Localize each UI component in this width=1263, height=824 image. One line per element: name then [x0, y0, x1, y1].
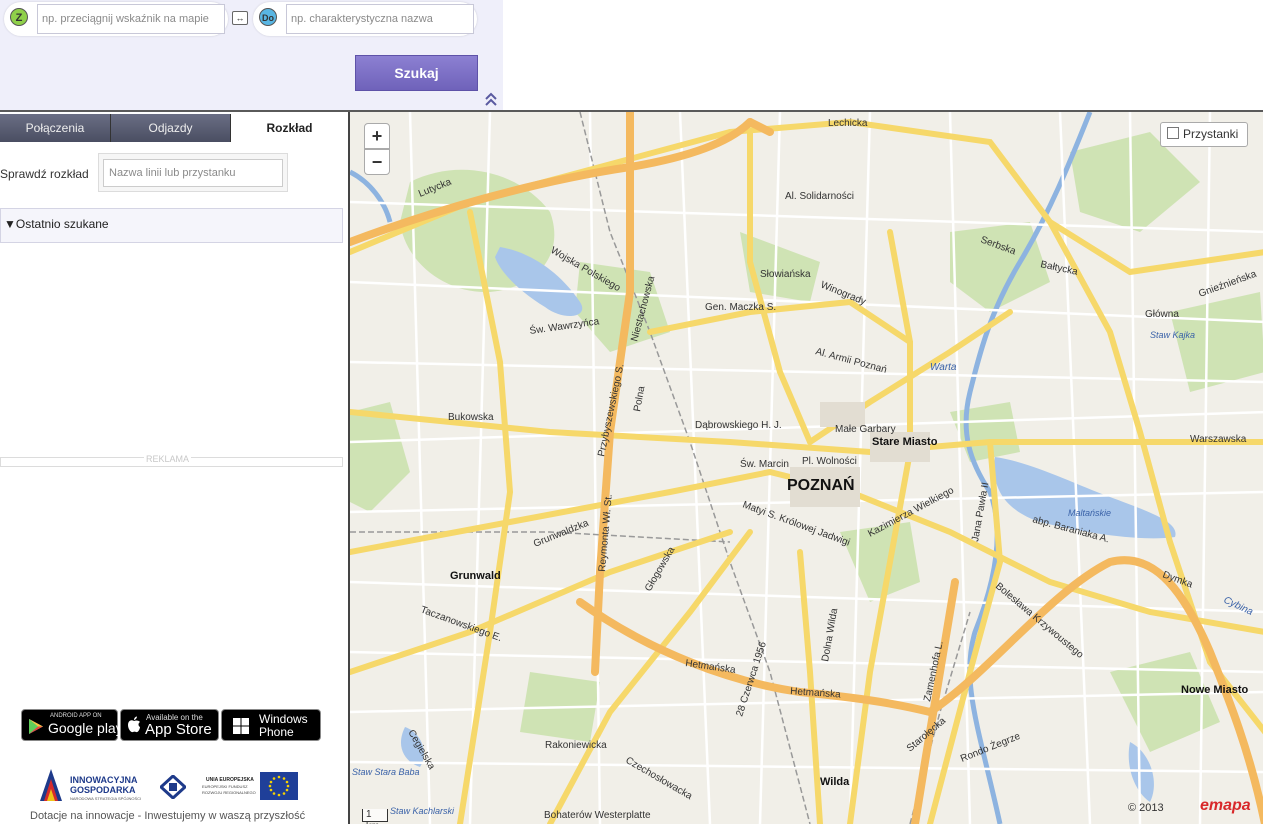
- cohesion-strategy-icon: [160, 775, 186, 799]
- label-glowna: Główna: [1145, 309, 1179, 320]
- windows-phone-line2: Phone: [259, 725, 294, 739]
- eu-flag-icon: [260, 772, 298, 800]
- apple-icon: [128, 716, 140, 733]
- label-lechicka: Lechicka: [828, 118, 868, 129]
- eu-line3: ROZWOJU REGIONALNEGO: [202, 790, 256, 795]
- recent-searches-toggle[interactable]: ▼Ostatnio szukane: [4, 217, 109, 231]
- label-staw-kajka: Staw Kajka: [1150, 330, 1195, 340]
- label-hetmanska-east: Hetmańska: [790, 686, 842, 701]
- funding-logos: INNOWACYJNA GOSPODARKA NARODOWA STRATEGI…: [38, 767, 300, 807]
- stops-checkbox[interactable]: [1167, 127, 1179, 139]
- ig-line2: GOSPODARKA: [70, 785, 136, 795]
- left-panel: Połączenia Odjazdy Rozkład Sprawdź rozkł…: [0, 112, 348, 824]
- label-czechoslowacka: Czechosłowacka: [624, 755, 695, 802]
- tab-departures[interactable]: Odjazdy: [111, 114, 231, 142]
- label-warszawska: Warszawska: [1190, 434, 1247, 445]
- schedule-input-wrapper: [98, 153, 288, 192]
- schedule-search-input[interactable]: [103, 159, 283, 187]
- ig-line1: INNOWACYJNA: [70, 775, 138, 785]
- swap-button[interactable]: ↔: [232, 11, 248, 25]
- route-search-panel: Z ↔ Do Szukaj: [0, 0, 503, 110]
- label-wolnosci: Pl. Wolności: [802, 456, 857, 467]
- tab-bar: Połączenia Odjazdy Rozkład: [0, 114, 348, 142]
- label-nowe-miasto: Nowe Miasto: [1181, 684, 1249, 696]
- app-store-text: App Store: [145, 721, 212, 738]
- google-play-icon: [29, 719, 43, 734]
- label-marcin: Św. Marcin: [740, 457, 789, 470]
- eu-line1: UNIA EUROPEJSKA: [206, 777, 254, 783]
- from-input[interactable]: [37, 4, 225, 34]
- ad-area: REKLAMA: [0, 454, 343, 467]
- label-garbary: Małe Garbary: [835, 424, 896, 435]
- label-maltanskie: Maltańskie: [1068, 508, 1111, 518]
- label-grunwaldzka: Grunwaldzka: [532, 518, 591, 550]
- label-grunwald: Grunwald: [450, 570, 501, 582]
- recent-searches-panel[interactable]: ▼Ostatnio szukane: [0, 208, 343, 243]
- from-badge: Z: [10, 8, 28, 26]
- stops-toggle[interactable]: Przystanki: [1160, 122, 1248, 147]
- label-westerplatte: Bohaterów Westerplatte: [544, 810, 651, 821]
- google-play-text: Google play: [48, 720, 123, 736]
- label-warta: Warta: [930, 362, 957, 373]
- app-store-badge[interactable]: Available on the App Store: [120, 709, 219, 741]
- map-copyright: © 2013: [1128, 802, 1164, 814]
- stops-label: Przystanki: [1183, 127, 1239, 141]
- windows-phone-line1: Windows: [259, 712, 308, 726]
- schedule-label: Sprawdź rozkład: [0, 167, 89, 181]
- funding-caption: Dotacje na innowacje - Inwestujemy w was…: [30, 810, 306, 822]
- innowacyjna-gospodarka-logo-icon: [40, 769, 62, 801]
- label-wilda: Wilda: [820, 776, 850, 788]
- google-play-small-text: ANDROID APP ON: [50, 713, 102, 719]
- to-input[interactable]: [286, 4, 474, 34]
- ig-line3: NARODOWA STRATEGIA SPÓJNOŚCI: [70, 796, 142, 801]
- label-solidarnosci: Al. Solidarności: [785, 191, 854, 202]
- windows-phone-badge[interactable]: Windows Phone: [221, 709, 321, 741]
- eu-line2: EUROPEJSKI FUNDUSZ: [202, 784, 248, 789]
- label-city: POZNAŃ: [787, 475, 855, 494]
- windows-icon: [233, 718, 249, 734]
- label-polna: Polna: [632, 385, 647, 413]
- to-badge: Do: [259, 8, 277, 26]
- map-canvas[interactable]: POZNAŃ Stare Miasto Grunwald Nowe Miasto…: [350, 112, 1263, 824]
- label-cybina: Cybina: [1222, 595, 1255, 618]
- map-scale-bar: 1 km: [362, 809, 388, 824]
- google-play-badge[interactable]: ANDROID APP ON Google play: [21, 709, 123, 741]
- map-area[interactable]: POZNAŃ Stare Miasto Grunwald Nowe Miasto…: [348, 112, 1263, 824]
- to-field: Do: [253, 2, 477, 36]
- label-staw-stara-baba: Staw Stara Baba: [352, 767, 420, 777]
- label-staw-kachlarski: Staw Kachlarski: [390, 806, 455, 816]
- label-dabrowskiego: Dąbrowskiego H. J.: [695, 420, 782, 431]
- label-wawrzynca: Św. Wawrzyńca: [529, 314, 601, 337]
- zoom-out-button[interactable]: −: [364, 149, 390, 175]
- label-rakoniewicka: Rakoniewicka: [545, 740, 607, 751]
- label-gen-maczka: Gen. Maczka S.: [705, 302, 776, 313]
- collapse-up-icon[interactable]: [484, 91, 498, 107]
- label-slowianska: Słowiańska: [760, 269, 811, 280]
- zoom-in-button[interactable]: +: [364, 123, 390, 149]
- from-field: Z: [4, 2, 228, 36]
- tab-connections[interactable]: Połączenia: [0, 114, 111, 142]
- emapa-logo: emapa: [1200, 797, 1251, 814]
- tab-schedule[interactable]: Rozkład: [231, 114, 348, 142]
- ad-label: REKLAMA: [144, 454, 192, 464]
- search-button[interactable]: Szukaj: [355, 55, 478, 91]
- label-stare-miasto: Stare Miasto: [872, 436, 938, 448]
- label-bukowska: Bukowska: [448, 412, 494, 423]
- label-dolna-wilda: Dolna Wilda: [820, 607, 840, 662]
- label-jana-pawla: Jana Pawła II: [970, 481, 991, 542]
